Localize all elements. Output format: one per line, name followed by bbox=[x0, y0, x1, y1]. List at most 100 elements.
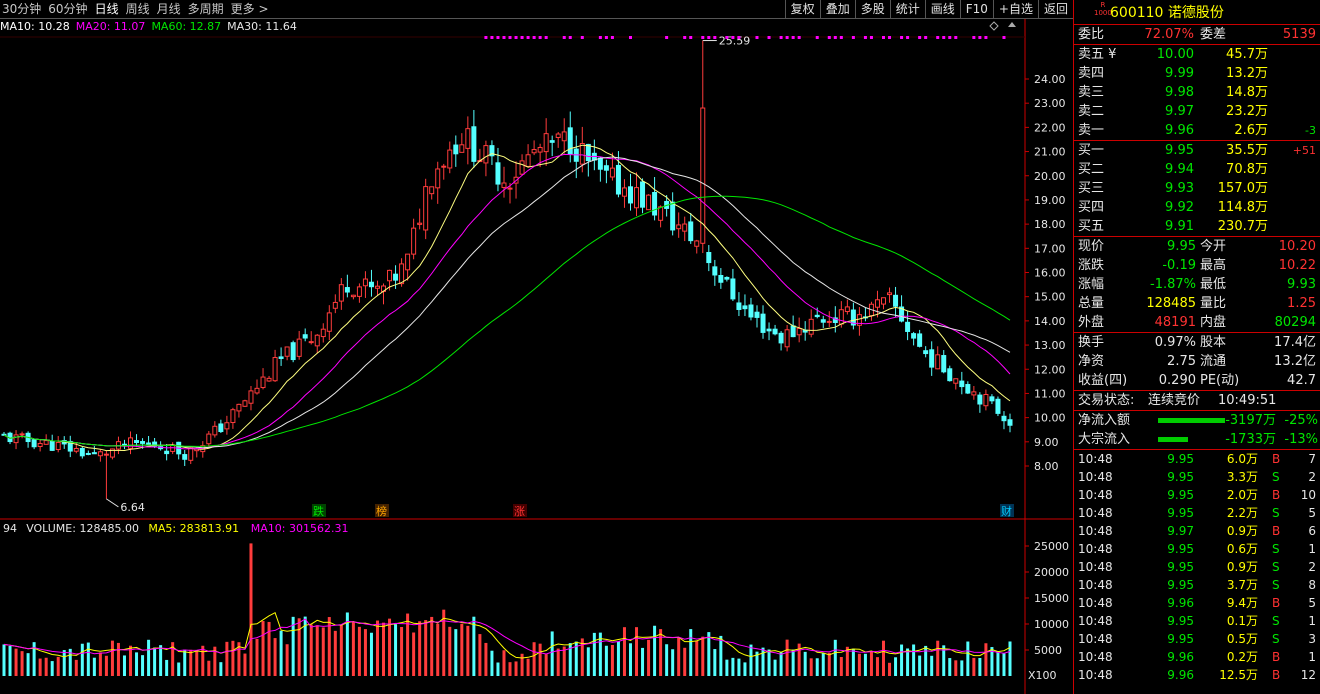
volume-bar bbox=[616, 641, 620, 676]
orderbook-row[interactable]: 买五 9.91 230.7万 bbox=[1074, 217, 1320, 236]
orderbook-volume: 13.2万 bbox=[1226, 66, 1268, 81]
tick-list[interactable]: 10:48 9.95 6.0万 B 7 10:48 9.95 3.3万 S 2 10:48 9.95 2… bbox=[1074, 449, 1320, 684]
volume-bar bbox=[869, 651, 873, 676]
candle-body bbox=[85, 452, 91, 455]
volume-bar bbox=[888, 662, 892, 676]
signal-dot bbox=[665, 36, 669, 39]
candle-body bbox=[399, 263, 405, 285]
price-tick-label: 12.00 bbox=[1034, 363, 1066, 376]
orderbook-price: 9.99 bbox=[1165, 66, 1194, 81]
tick-price: 9.95 bbox=[1167, 578, 1194, 592]
candle-body bbox=[326, 312, 332, 332]
candle-body bbox=[471, 126, 477, 162]
weibi-value: 72.07% bbox=[1144, 27, 1194, 42]
signal-dot bbox=[713, 36, 717, 39]
signal-dot bbox=[598, 36, 602, 39]
candle-body bbox=[453, 144, 459, 155]
orderbook-row[interactable]: 卖五 ¥ 10.00 45.7万 bbox=[1074, 45, 1320, 64]
orderbook-row[interactable]: 卖三 9.98 14.8万 bbox=[1074, 83, 1320, 102]
tick-volume: 9.4万 bbox=[1226, 596, 1258, 610]
tick-row: 10:48 9.96 0.2万 B 1 bbox=[1074, 648, 1320, 666]
volume-bar bbox=[255, 638, 259, 676]
tick-row: 10:48 9.97 0.9万 B 6 bbox=[1074, 522, 1320, 540]
stat-value: 0.290 bbox=[1158, 373, 1196, 388]
candle-body bbox=[519, 160, 525, 175]
orderbook-row[interactable]: 买三 9.93 157.0万 bbox=[1074, 179, 1320, 198]
candle-body bbox=[935, 354, 941, 370]
volume-tick-label: 5000 bbox=[1034, 644, 1062, 657]
candle-body bbox=[995, 398, 1001, 414]
volume-bar bbox=[857, 653, 861, 676]
volume-bar bbox=[86, 642, 90, 676]
candle-body bbox=[778, 332, 784, 344]
event-marker-label[interactable]: 榜 bbox=[376, 504, 387, 518]
volume-bar bbox=[496, 662, 500, 676]
diamond-icon[interactable] bbox=[989, 21, 999, 31]
orderbook-row[interactable]: 卖二 9.97 23.2万 bbox=[1074, 102, 1320, 121]
candle-body bbox=[49, 440, 55, 451]
candles bbox=[1, 40, 1013, 499]
orderbook-row[interactable]: 买四 9.92 114.8万 bbox=[1074, 198, 1320, 217]
candle-body bbox=[332, 301, 338, 309]
orderbook-row[interactable]: 买二 9.94 70.8万 bbox=[1074, 160, 1320, 179]
volume-bar bbox=[592, 632, 596, 676]
volume-bar bbox=[104, 655, 108, 676]
volume-bar bbox=[647, 639, 651, 676]
low-pointer bbox=[106, 498, 119, 508]
volume-bar bbox=[809, 658, 813, 676]
stat-value: 10.22 bbox=[1278, 258, 1316, 273]
volume-bar bbox=[550, 631, 554, 676]
candle-body bbox=[507, 187, 513, 190]
event-marker-label[interactable]: 财 bbox=[1001, 504, 1012, 518]
volume-bar bbox=[309, 624, 313, 676]
candle-body bbox=[459, 144, 465, 153]
volume-legend-item: MA5: 283813.91 bbox=[148, 522, 239, 535]
candle-body bbox=[284, 346, 290, 357]
volume-bar bbox=[779, 652, 783, 676]
candle-body bbox=[13, 434, 19, 444]
tick-count: 5 bbox=[1308, 596, 1316, 610]
tick-count: 8 bbox=[1308, 578, 1316, 592]
signal-dot bbox=[924, 36, 928, 39]
event-marker-label[interactable]: 跌 bbox=[313, 504, 324, 518]
signal-dot bbox=[972, 36, 976, 39]
price-tick-label: 24.00 bbox=[1034, 73, 1066, 86]
orderbook-row[interactable]: 卖一 9.96 2.6万 -3 bbox=[1074, 121, 1320, 140]
candle-body bbox=[97, 451, 103, 457]
high-label: 25.59 bbox=[719, 35, 751, 48]
volume-bar bbox=[653, 625, 657, 676]
orderbook-row[interactable]: 卖四 9.99 13.2万 bbox=[1074, 64, 1320, 83]
orderbook-row[interactable]: 买一 9.95 35.5万 +51 bbox=[1074, 141, 1320, 160]
collapse-icon[interactable] bbox=[1008, 22, 1016, 27]
event-marker-label[interactable]: 涨 bbox=[514, 505, 525, 518]
orderbook-label: 买五 bbox=[1078, 219, 1105, 234]
volume-bar bbox=[339, 624, 343, 676]
stat-label: PE(动) bbox=[1200, 373, 1240, 388]
candle-body bbox=[290, 342, 296, 361]
signal-dot bbox=[508, 36, 512, 39]
tick-price: 9.96 bbox=[1167, 596, 1194, 610]
volume-bar bbox=[412, 632, 416, 676]
candle-body bbox=[73, 447, 79, 452]
order-book: 卖五 ¥ 10.00 45.7万 卖四 9.99 13.2万 卖三 9.98 14.8万 卖二 9.… bbox=[1074, 44, 1320, 236]
volume-bar bbox=[604, 645, 608, 676]
tick-row: 10:48 9.95 6.0万 B 7 bbox=[1074, 450, 1320, 468]
price-tick-label: 14.00 bbox=[1034, 315, 1066, 328]
candle-body bbox=[844, 306, 850, 313]
volume-bar bbox=[165, 659, 169, 676]
tick-volume: 2.0万 bbox=[1226, 488, 1258, 502]
candle-body bbox=[429, 186, 435, 195]
tick-time: 10:48 bbox=[1078, 614, 1113, 628]
kline-chart[interactable]: 24.00 23.00 22.00 21.00 20.00 19.00 18.00 17.00… bbox=[0, 0, 1073, 694]
stat-value: 13.2亿 bbox=[1274, 354, 1316, 369]
orderbook-volume: 45.7万 bbox=[1226, 47, 1268, 62]
signal-dot bbox=[490, 36, 494, 39]
tick-price: 9.96 bbox=[1167, 668, 1194, 682]
flow-row: 净流入额 -3197万 -25% bbox=[1074, 411, 1320, 430]
candle-body bbox=[236, 403, 242, 412]
signal-dot bbox=[538, 36, 542, 39]
tick-count: 1 bbox=[1308, 542, 1316, 556]
volume-bar bbox=[466, 625, 470, 676]
tick-count: 1 bbox=[1308, 650, 1316, 664]
tick-side: S bbox=[1272, 578, 1280, 592]
